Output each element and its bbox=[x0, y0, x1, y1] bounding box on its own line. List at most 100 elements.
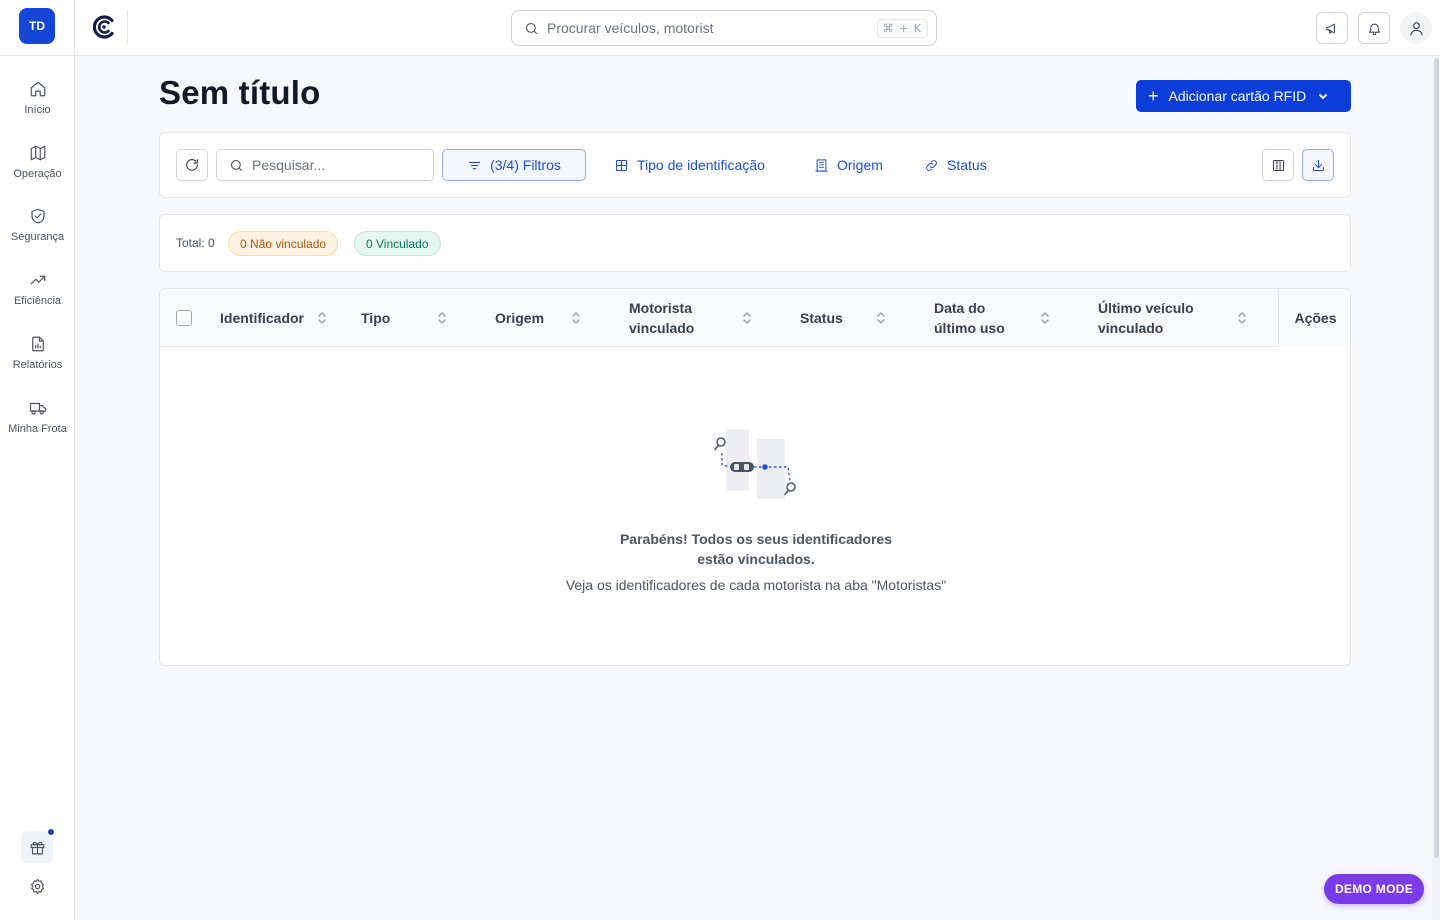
column-header-tipo[interactable]: Tipo bbox=[361, 289, 390, 347]
grid-icon bbox=[616, 159, 627, 171]
scrollbar-thumb[interactable] bbox=[1434, 58, 1439, 858]
page-title: Sem título bbox=[159, 74, 321, 111]
trending-up-icon bbox=[30, 275, 45, 285]
sidebar-item-seguranca[interactable]: Segurança bbox=[0, 207, 75, 263]
sidebar-item-label: Segurança bbox=[10, 231, 65, 243]
filters-button[interactable]: (3/4) Filtros bbox=[442, 149, 586, 181]
sidebar-item-inicio[interactable]: Início bbox=[0, 80, 75, 136]
column-label: Motorista bbox=[629, 300, 692, 316]
add-rfid-card-button[interactable]: + Adicionar cartão RFID bbox=[1136, 80, 1351, 112]
table-header: Identificador Tipo Origem Motorista vinc… bbox=[160, 289, 1350, 347]
column-header-status[interactable]: Status bbox=[800, 289, 843, 347]
refresh-icon bbox=[186, 159, 198, 171]
column-header-ultimo-veiculo[interactable]: Último veículo vinculado bbox=[1098, 289, 1194, 347]
empty-state-title-line: estão vinculados. bbox=[697, 551, 815, 567]
empty-state-illustration bbox=[714, 429, 796, 499]
linked-badge[interactable]: 0 Vinculado bbox=[354, 231, 441, 256]
org-avatar[interactable]: TD bbox=[19, 8, 55, 44]
column-label: Status bbox=[800, 310, 843, 326]
add-rfid-card-label: Adicionar cartão RFID bbox=[1168, 88, 1307, 104]
filters-label: (3/4) Filtros bbox=[490, 157, 561, 173]
filter-chip-identification-type[interactable]: Tipo de identificação bbox=[614, 149, 765, 181]
link-icon bbox=[926, 159, 937, 171]
megaphone-icon bbox=[1325, 23, 1335, 33]
select-all-checkbox[interactable] bbox=[176, 310, 192, 326]
bell-icon bbox=[1368, 23, 1380, 35]
sidebar-item-label: Eficiência bbox=[13, 295, 62, 307]
column-label: Data do bbox=[934, 300, 986, 316]
shortcut-hint: ⌘ + K bbox=[876, 19, 928, 38]
notifications-button[interactable] bbox=[1358, 12, 1390, 44]
top-bar: ⌘ + K bbox=[75, 0, 1440, 56]
table-toolbar: (3/4) Filtros Tipo de identificação Orig… bbox=[159, 132, 1351, 198]
sort-icon[interactable] bbox=[1040, 310, 1050, 326]
logo-divider bbox=[127, 10, 128, 44]
filter-icon bbox=[469, 161, 481, 169]
shield-icon bbox=[30, 208, 45, 224]
column-header-origem[interactable]: Origem bbox=[495, 289, 544, 347]
sort-icon[interactable] bbox=[437, 310, 447, 326]
chevron-down-icon bbox=[1319, 93, 1328, 100]
column-header-motorista-vinculado[interactable]: Motorista vinculado bbox=[629, 289, 694, 347]
unlinked-badge[interactable]: 0 Não vinculado bbox=[228, 231, 339, 256]
filter-chip-status[interactable]: Status bbox=[924, 149, 987, 181]
whats-new-button[interactable] bbox=[21, 828, 55, 863]
announcements-button[interactable] bbox=[1316, 12, 1348, 44]
truck-icon bbox=[29, 402, 46, 415]
column-label: Origem bbox=[495, 310, 545, 326]
column-label: último uso bbox=[934, 320, 1005, 336]
sidebar-item-operacao[interactable]: Operação bbox=[0, 144, 75, 200]
filter-chip-label: Status bbox=[947, 157, 987, 173]
gear-icon bbox=[30, 878, 44, 894]
download-icon bbox=[1312, 159, 1324, 171]
summary-bar: Total: 0 0 Não vinculado 0 Vinculado bbox=[159, 214, 1351, 272]
identifiers-table: Identificador Tipo Origem Motorista vinc… bbox=[159, 288, 1351, 666]
column-header-acoes: Ações bbox=[1278, 289, 1350, 347]
plus-icon: + bbox=[1148, 86, 1159, 106]
refresh-button[interactable] bbox=[176, 149, 208, 181]
sort-icon[interactable] bbox=[742, 310, 752, 326]
rail-divider bbox=[0, 55, 75, 56]
column-label: vinculado bbox=[1098, 320, 1164, 336]
total-count: Total: 0 bbox=[176, 236, 215, 250]
column-header-data-ultimo-uso[interactable]: Data do último uso bbox=[934, 289, 1005, 347]
sidebar-item-label: Relatórios bbox=[12, 359, 63, 371]
filter-chip-origin[interactable]: Origem bbox=[814, 149, 883, 181]
sidebar-item-eficiencia[interactable]: Eficiência bbox=[0, 271, 75, 327]
sidebar-item-label: Operação bbox=[13, 168, 62, 180]
column-header-identificador[interactable]: Identificador bbox=[220, 289, 304, 347]
settings-button[interactable] bbox=[27, 876, 47, 896]
user-icon bbox=[1409, 21, 1423, 35]
download-button[interactable] bbox=[1302, 149, 1334, 181]
demo-mode-badge[interactable]: DEMO MODE bbox=[1324, 874, 1424, 904]
filter-chip-label: Origem bbox=[837, 157, 883, 173]
empty-state-title: Parabéns! Todos os seus identificadores … bbox=[160, 529, 1350, 569]
left-rail: TD Início Operação Segurança Eficiência … bbox=[0, 0, 75, 920]
global-search-input[interactable] bbox=[547, 20, 867, 36]
sort-icon[interactable] bbox=[317, 310, 327, 326]
column-label: Tipo bbox=[361, 310, 391, 326]
sidebar-item-relatorios[interactable]: Relatórios bbox=[0, 335, 75, 391]
notification-dot bbox=[47, 828, 55, 836]
columns-icon bbox=[1272, 159, 1284, 171]
column-label: vinculado bbox=[629, 320, 695, 336]
sidebar-item-label: Início bbox=[24, 104, 51, 116]
column-label: Identificador bbox=[220, 310, 305, 326]
search-icon bbox=[230, 159, 243, 171]
table-search-input[interactable] bbox=[252, 157, 422, 173]
empty-state-subtitle: Veja os identificadores de cada motorist… bbox=[565, 577, 947, 593]
filter-chip-label: Tipo de identificação bbox=[637, 157, 765, 173]
columns-button[interactable] bbox=[1262, 149, 1294, 181]
sort-icon[interactable] bbox=[1237, 310, 1247, 326]
sort-icon[interactable] bbox=[571, 310, 581, 326]
user-menu-button[interactable] bbox=[1400, 12, 1432, 44]
brand-logo-icon[interactable] bbox=[91, 14, 117, 40]
column-label: Ações bbox=[1294, 310, 1337, 326]
global-search[interactable]: ⌘ + K bbox=[511, 10, 937, 46]
table-search[interactable] bbox=[216, 149, 434, 181]
search-icon bbox=[525, 22, 538, 34]
empty-state-title-line: Parabéns! Todos os seus identificadores bbox=[619, 531, 893, 547]
sidebar-item-minha-frota[interactable]: Minha Frota bbox=[0, 399, 75, 455]
sort-icon[interactable] bbox=[876, 310, 886, 326]
sidebar-item-label: Minha Frota bbox=[8, 423, 67, 435]
